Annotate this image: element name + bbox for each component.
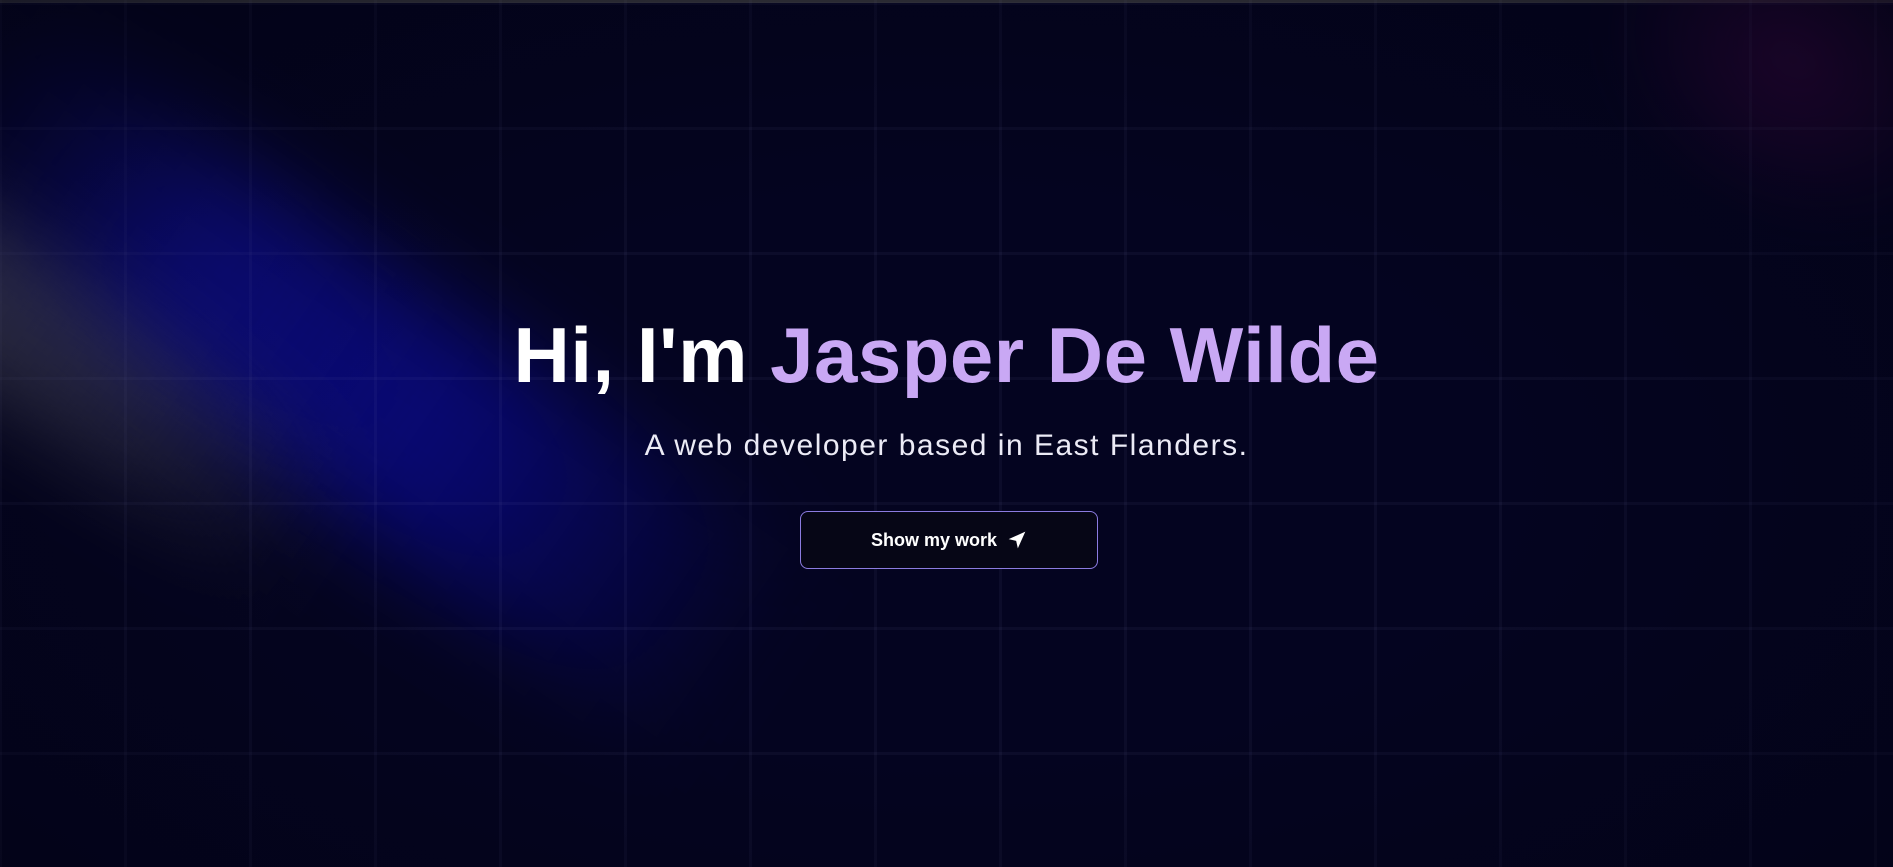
show-my-work-button[interactable]: Show my work <box>800 511 1098 569</box>
hero-headline: Hi, I'm Jasper De Wilde <box>0 310 1893 400</box>
hero-name: Jasper De Wilde <box>770 311 1380 399</box>
hero-subtitle: A web developer based in East Flanders. <box>644 429 1249 462</box>
greeting-text: Hi, I'm <box>513 311 748 399</box>
hero-section: Hi, I'm Jasper De Wilde A web developer … <box>0 0 1893 867</box>
show-my-work-label: Show my work <box>870 529 998 550</box>
send-icon <box>1007 530 1027 550</box>
hero-content: Hi, I'm Jasper De Wilde A web developer … <box>0 0 1893 867</box>
